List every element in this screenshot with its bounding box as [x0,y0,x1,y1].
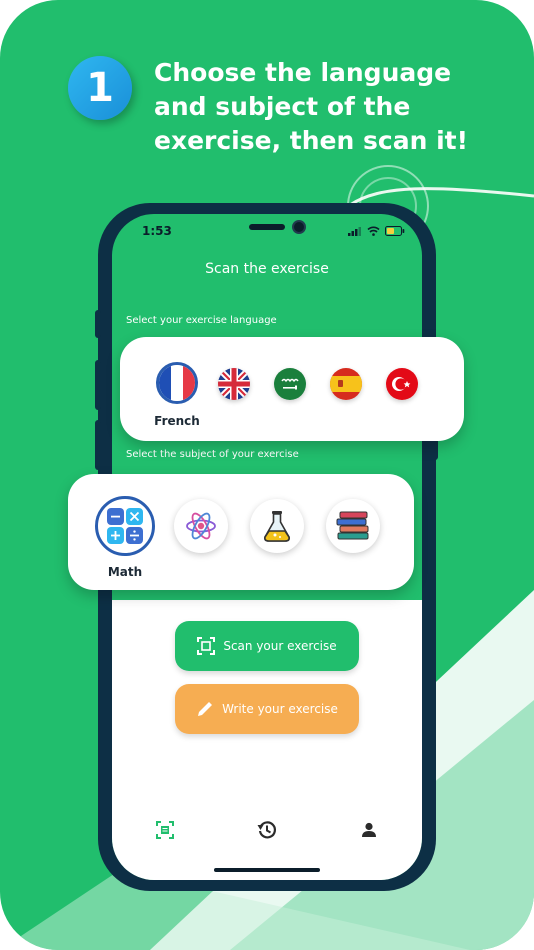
books-icon [336,511,369,540]
phone-volume-up [95,360,101,410]
headline-line-3: exercise, then scan it! [154,126,468,155]
tab-scan[interactable] [153,818,177,842]
flask-icon [264,511,290,542]
language-option-spanish[interactable] [330,368,362,400]
status-time: 1:53 [142,224,172,238]
uk-flag-icon [218,368,250,400]
atom-icon [186,512,216,540]
subject-selector-card: Math [68,474,414,590]
math-icon [107,508,143,544]
subject-section-label: Select the subject of your exercise [126,449,299,460]
step-badge: 1 [68,56,132,120]
language-section-label: Select your exercise language [126,315,277,326]
wifi-icon [367,226,380,236]
speaker-notch [249,224,285,230]
battery-icon [385,226,405,236]
front-camera [292,220,306,234]
phone-side-button [95,310,101,338]
home-indicator [214,868,320,872]
subject-option-chemistry[interactable] [250,499,304,553]
status-icons [348,226,405,236]
tab-profile[interactable] [357,818,381,842]
write-exercise-button[interactable]: Write your exercise [175,684,359,734]
language-option-turkish[interactable] [386,368,418,400]
history-icon [257,821,277,839]
headline-line-2: and subject of the [154,92,411,121]
spain-flag-icon [330,368,362,400]
scan-exercise-label: Scan your exercise [223,639,337,653]
phone-volume-down [95,420,101,470]
subject-option-literature[interactable] [326,499,380,553]
headline: Choose the language and subject of the e… [154,56,524,158]
language-option-french[interactable] [156,362,198,404]
french-flag-icon [159,365,195,401]
language-selector-card: French [120,337,464,441]
scan-icon [197,637,216,655]
pencil-icon [198,702,213,716]
language-option-english[interactable] [218,368,250,400]
tab-history[interactable] [255,818,279,842]
subject-option-math[interactable] [95,496,155,556]
saudi-arabia-flag-icon [274,368,306,400]
selected-language-label: French [154,414,200,428]
screen-title: Scan the exercise [205,261,329,277]
selected-subject-label: Math [107,565,143,579]
scan-tab-icon [156,821,174,839]
subject-option-physics[interactable] [174,499,228,553]
step-number: 1 [86,65,114,111]
profile-icon [362,822,376,837]
headline-line-1: Choose the language [154,58,452,87]
bottom-tab-bar [112,806,422,854]
language-option-arabic[interactable] [274,368,306,400]
signal-icon [348,226,361,236]
write-exercise-label: Write your exercise [222,702,338,716]
turkey-flag-icon [386,368,418,400]
scan-exercise-button[interactable]: Scan your exercise [175,621,359,671]
